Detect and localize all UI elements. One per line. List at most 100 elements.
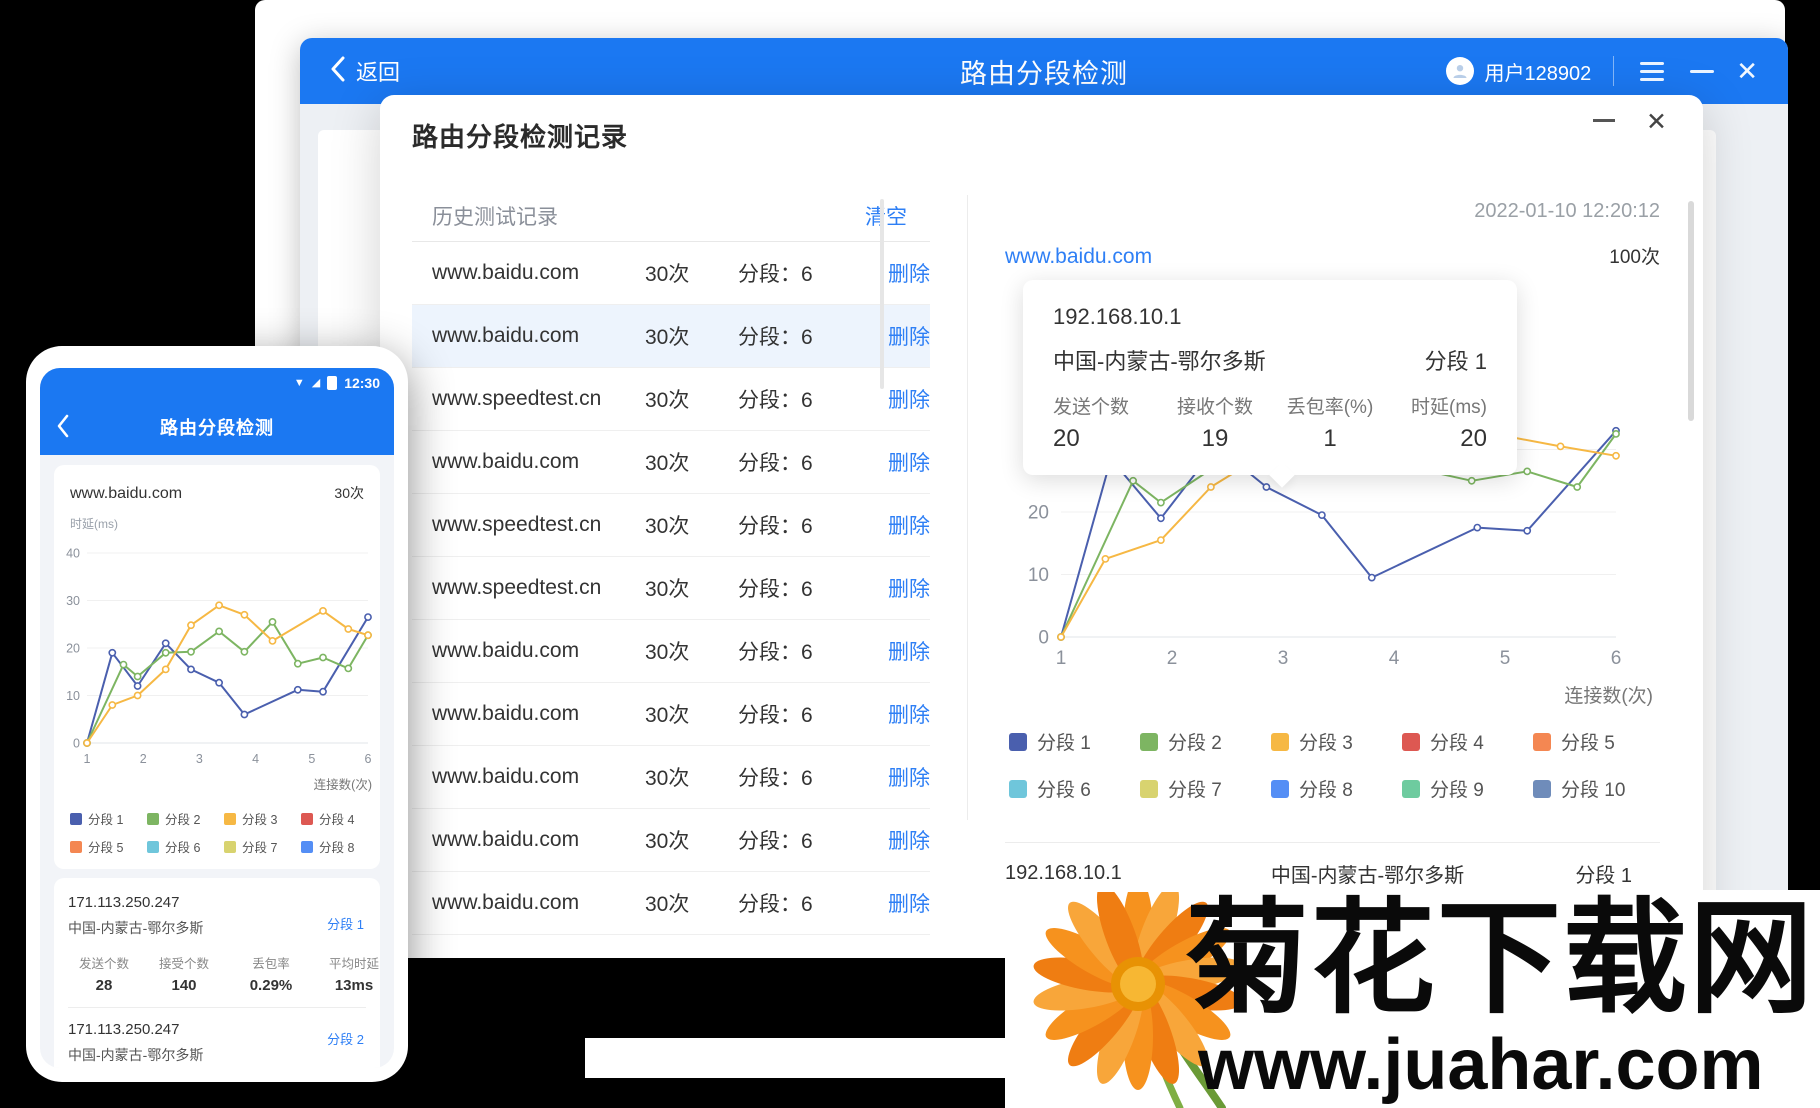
legend-label: 分段 8 <box>1299 775 1353 802</box>
delete-link[interactable]: 删除 <box>888 699 930 729</box>
history-row[interactable]: www.speedtest.cn30次分段：6删除 <box>412 557 930 620</box>
user-avatar-icon <box>1446 57 1474 85</box>
modal-minimize-icon[interactable] <box>1593 119 1615 122</box>
phone-stat-value: 28 <box>68 977 140 994</box>
legend-label: 分段 3 <box>1299 728 1353 755</box>
phone-hop-ip: 171.113.250.247 <box>68 894 366 911</box>
user-name: 用户128902 <box>1484 57 1591 86</box>
phone-hop-entry[interactable]: 171.113.250.247 分段 2 中国-内蒙古-鄂尔多斯 <box>68 1021 366 1065</box>
history-row[interactable]: www.baidu.com30次分段：6删除 <box>412 305 930 368</box>
history-segments: 分段：6 <box>738 762 888 792</box>
history-row[interactable]: www.baidu.com30次分段：6删除 <box>412 242 930 305</box>
delete-link[interactable]: 删除 <box>888 573 930 603</box>
history-row[interactable]: www.speedtest.cn30次分段：6删除 <box>412 494 930 557</box>
phone-back-icon[interactable] <box>56 414 70 443</box>
detail-scrollbar[interactable] <box>1688 201 1694 421</box>
modal-close-icon[interactable]: ✕ <box>1646 107 1667 137</box>
history-count: 30次 <box>645 699 738 729</box>
record-timestamp: 2022-01-10 12:20:12 <box>1474 200 1660 223</box>
history-list: www.baidu.com30次分段：6删除www.baidu.com30次分段… <box>412 242 930 935</box>
legend-label: 分段 6 <box>165 837 200 856</box>
delete-link[interactable]: 删除 <box>888 384 930 414</box>
phone-chart-ylabel: 时延(ms) <box>70 515 118 532</box>
legend-item[interactable]: 分段 4 <box>1402 728 1533 755</box>
record-modal: 路由分段检测记录 ✕ 历史测试记录 清空 www.baidu.com30次分段：… <box>380 95 1703 958</box>
legend-label: 分段 4 <box>319 809 354 828</box>
history-row[interactable]: www.baidu.com30次分段：6删除 <box>412 431 930 494</box>
svg-text:0: 0 <box>73 736 80 750</box>
delete-link[interactable]: 删除 <box>888 321 930 351</box>
delete-link[interactable]: 删除 <box>888 888 930 918</box>
delete-link[interactable]: 删除 <box>888 762 930 792</box>
history-panel: 历史测试记录 清空 www.baidu.com30次分段：6删除www.baid… <box>412 190 930 935</box>
legend-label: 分段 4 <box>1430 728 1484 755</box>
svg-text:6: 6 <box>365 752 372 766</box>
legend-swatch-icon <box>70 813 82 825</box>
delete-link[interactable]: 删除 <box>888 510 930 540</box>
phone-hop-segment[interactable]: 分段 1 <box>327 914 364 933</box>
history-row[interactable]: www.baidu.com30次分段：6删除 <box>412 809 930 872</box>
stage: 返回 路由分段检测 用户128902 ✕ 路由分段检测记录 ✕ <box>0 0 1820 1108</box>
history-row[interactable]: www.speedtest.cn30次分段：6删除 <box>412 368 930 431</box>
legend-item[interactable]: 分段 5 <box>1533 728 1664 755</box>
legend-item[interactable]: 分段 9 <box>1402 775 1533 802</box>
legend-item[interactable]: 分段 3 <box>1271 728 1402 755</box>
legend-swatch-icon <box>147 841 159 853</box>
history-row[interactable]: www.baidu.com30次分段：6删除 <box>412 746 930 809</box>
delete-link[interactable]: 删除 <box>888 636 930 666</box>
history-count: 30次 <box>645 384 738 414</box>
detail-domain-link[interactable]: www.baidu.com <box>1005 245 1152 269</box>
phone-statusbar: ▼ ◢ 12:30 <box>40 368 394 398</box>
legend-label: 分段 1 <box>88 809 123 828</box>
legend-item[interactable]: 分段 3 <box>224 809 301 828</box>
history-segments: 分段：6 <box>738 825 888 855</box>
legend-swatch-icon <box>224 841 236 853</box>
phone-hop-entry[interactable]: 171.113.250.247 分段 1 中国-内蒙古-鄂尔多斯 发送个数 接受… <box>68 894 366 994</box>
svg-text:10: 10 <box>1028 565 1049 586</box>
legend-item[interactable]: 分段 7 <box>1140 775 1271 802</box>
legend-swatch-icon <box>147 813 159 825</box>
history-domain: www.baidu.com <box>432 639 645 663</box>
minimize-window-icon[interactable] <box>1690 70 1714 73</box>
legend-label: 分段 3 <box>242 809 277 828</box>
legend-item[interactable]: 分段 6 <box>1009 775 1140 802</box>
menu-icon[interactable] <box>1636 58 1668 85</box>
user-menu[interactable]: 用户128902 <box>1446 57 1591 86</box>
history-segments: 分段：6 <box>738 573 888 603</box>
legend-item[interactable]: 分段 10 <box>1533 775 1664 802</box>
svg-text:2: 2 <box>1167 648 1178 669</box>
history-domain: www.baidu.com <box>432 261 645 285</box>
delete-link[interactable]: 删除 <box>888 825 930 855</box>
legend-item[interactable]: 分段 4 <box>301 809 378 828</box>
legend-item[interactable]: 分段 5 <box>70 837 147 856</box>
legend-item[interactable]: 分段 8 <box>1271 775 1402 802</box>
legend-label: 分段 2 <box>1168 728 1222 755</box>
legend-item[interactable]: 分段 1 <box>70 809 147 828</box>
history-segments: 分段：6 <box>738 258 888 288</box>
history-count: 30次 <box>645 573 738 603</box>
delete-link[interactable]: 删除 <box>888 447 930 477</box>
legend-swatch-icon <box>301 813 313 825</box>
tooltip-stat: 丢包率(%) 1 <box>1271 392 1389 453</box>
legend-item[interactable]: 分段 8 <box>301 837 378 856</box>
history-scrollbar[interactable] <box>880 199 884 389</box>
phone-stat-label: 接受个数 <box>140 953 228 972</box>
legend-item[interactable]: 分段 2 <box>1140 728 1271 755</box>
legend-item[interactable]: 分段 6 <box>147 837 224 856</box>
legend-item[interactable]: 分段 1 <box>1009 728 1140 755</box>
history-row[interactable]: www.baidu.com30次分段：6删除 <box>412 620 930 683</box>
history-count: 30次 <box>645 258 738 288</box>
history-row[interactable]: www.baidu.com30次分段：6删除 <box>412 872 930 935</box>
delete-link[interactable]: 删除 <box>888 258 930 288</box>
phone-stat-label: 发送个数 <box>68 953 140 972</box>
svg-text:1: 1 <box>1056 648 1067 669</box>
legend-item[interactable]: 分段 7 <box>224 837 301 856</box>
phone-latency-chart[interactable]: 010203040123456连接数(次) <box>54 531 380 803</box>
close-window-icon[interactable]: ✕ <box>1736 58 1758 84</box>
phone-hop-segment[interactable]: 分段 2 <box>327 1029 364 1048</box>
svg-text:10: 10 <box>66 689 80 703</box>
history-segments: 分段：6 <box>738 321 888 351</box>
history-row[interactable]: www.baidu.com30次分段：6删除 <box>412 683 930 746</box>
legend-item[interactable]: 分段 2 <box>147 809 224 828</box>
clear-history-link[interactable]: 清空 <box>865 201 907 231</box>
